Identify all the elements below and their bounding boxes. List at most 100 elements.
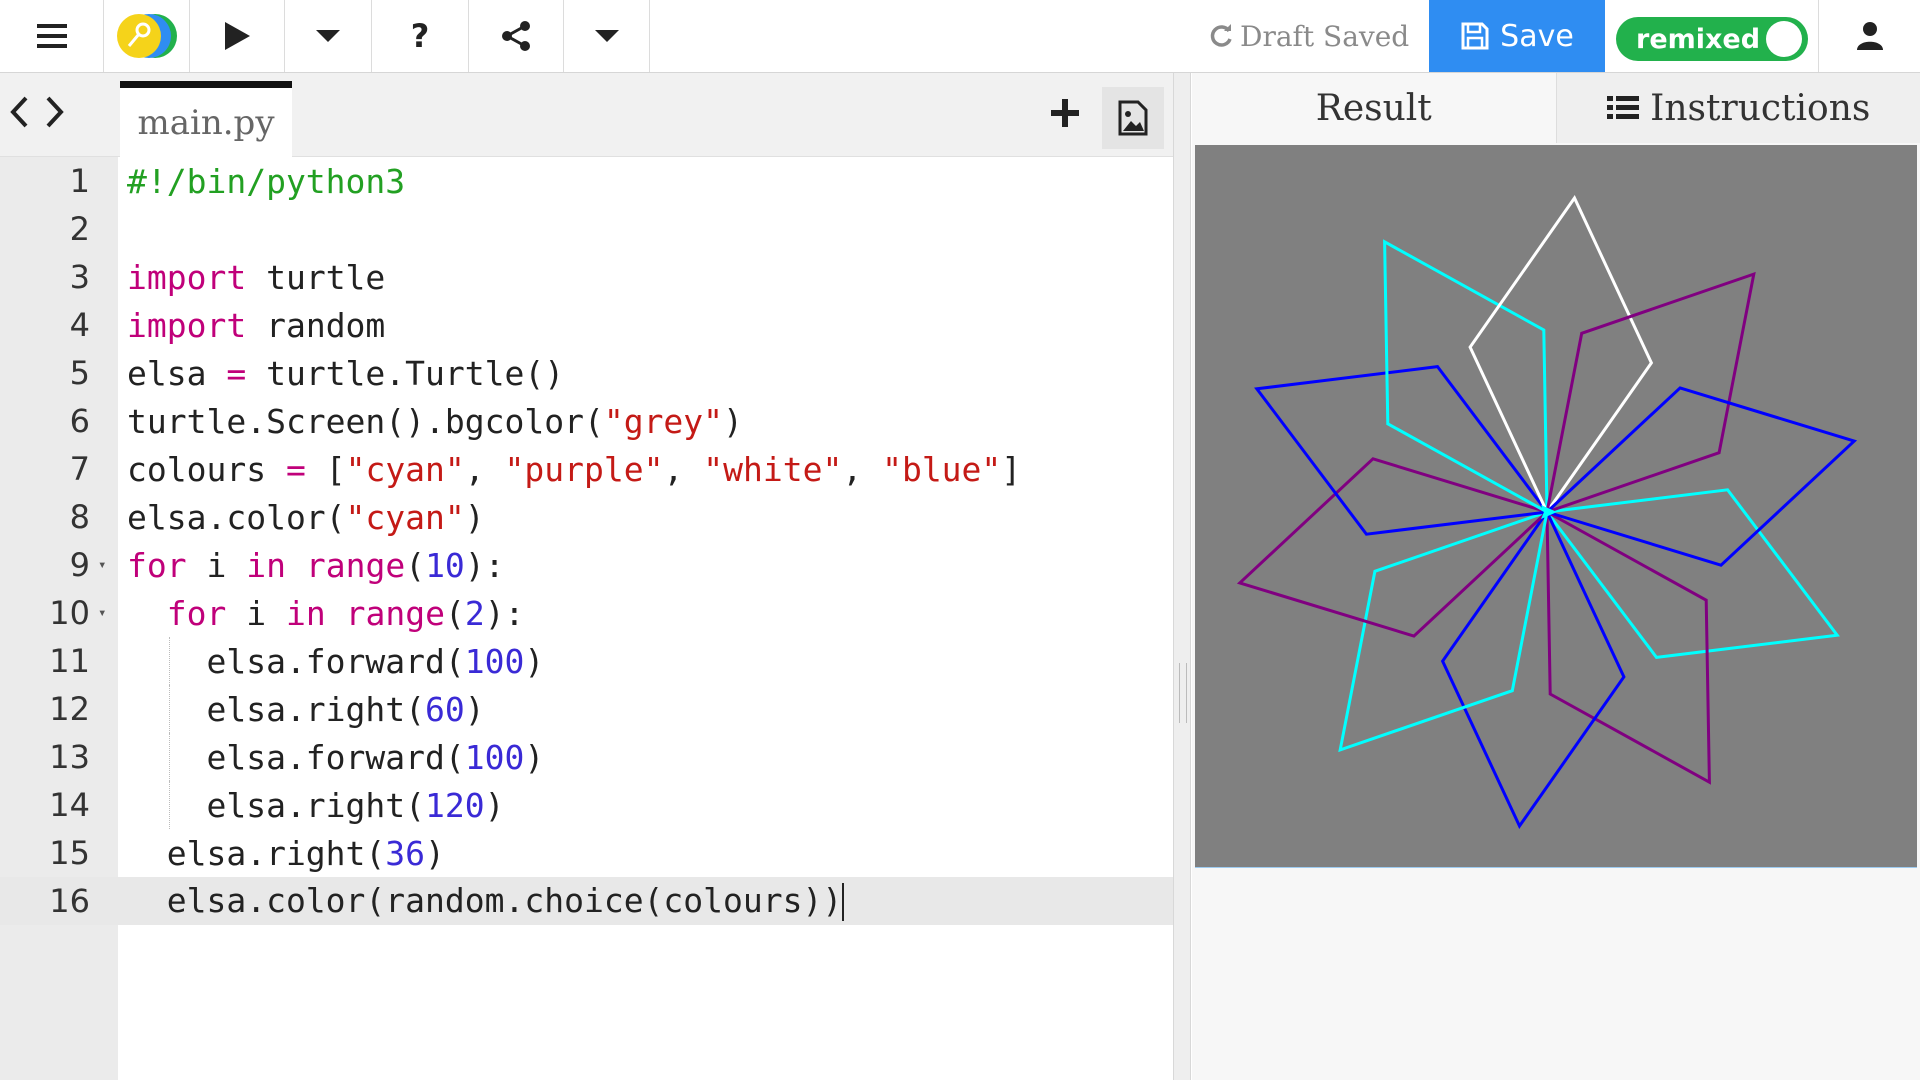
upload-image-button[interactable] bbox=[1102, 87, 1164, 149]
line-number: 11 bbox=[49, 642, 90, 680]
tab-result-label: Result bbox=[1315, 87, 1432, 129]
result-pane: Result Instructions bbox=[1192, 73, 1920, 1080]
code-line[interactable]: 1 #!/bin/python3 bbox=[0, 157, 1173, 205]
line-number: 7 bbox=[69, 450, 90, 488]
code-text: elsa.right(60) bbox=[127, 689, 485, 729]
remix-label: remixed bbox=[1636, 23, 1761, 55]
save-label: Save bbox=[1500, 18, 1574, 54]
turtle-petal bbox=[1254, 365, 1549, 536]
turtle-canvas bbox=[1195, 145, 1917, 868]
splitter-grip[interactable] bbox=[1179, 663, 1187, 723]
code-line[interactable]: 9 ▾ for i in range(10): bbox=[0, 541, 1173, 589]
code-text: import random bbox=[127, 305, 386, 345]
line-number: 15 bbox=[49, 834, 90, 872]
tab-instructions-label: Instructions bbox=[1650, 87, 1871, 129]
menu-button[interactable] bbox=[0, 0, 104, 72]
line-number: 12 bbox=[49, 690, 90, 728]
run-button[interactable] bbox=[190, 0, 285, 72]
line-number: 9 bbox=[69, 546, 90, 584]
code-line[interactable]: 12 elsa.right(60) bbox=[0, 685, 1173, 733]
hamburger-menu-icon bbox=[36, 24, 67, 48]
toggle-knob bbox=[1766, 21, 1802, 57]
share-icon bbox=[502, 21, 530, 51]
play-icon bbox=[225, 22, 250, 50]
fold-arrow-icon[interactable]: ▾ bbox=[98, 557, 106, 573]
line-number: 5 bbox=[69, 354, 90, 392]
trinket-logo-icon bbox=[116, 14, 177, 58]
code-line[interactable]: 6 turtle.Screen().bgcolor("grey") bbox=[0, 397, 1173, 445]
code-text: elsa.forward(100) bbox=[127, 641, 545, 681]
line-number: 13 bbox=[49, 738, 90, 776]
code-line[interactable]: 8 elsa.color("cyan") bbox=[0, 493, 1173, 541]
draft-status-label: Draft Saved bbox=[1240, 19, 1410, 53]
file-nav-arrows[interactable] bbox=[8, 95, 66, 129]
code-text: elsa.color(random.choice(colours)) bbox=[127, 880, 845, 922]
file-tab-bar: main.py bbox=[0, 73, 1173, 157]
line-number: 8 bbox=[69, 498, 90, 536]
code-text: elsa = turtle.Turtle() bbox=[127, 353, 565, 393]
code-text: elsa.right(36) bbox=[127, 833, 445, 873]
code-line[interactable]: 15 elsa.right(36) bbox=[0, 829, 1173, 877]
code-line[interactable]: 16 elsa.color(random.choice(colours)) bbox=[0, 877, 1173, 925]
file-tab-main-py[interactable]: main.py bbox=[120, 81, 292, 157]
code-text: #!/bin/python3 bbox=[127, 161, 406, 201]
logo-button[interactable] bbox=[104, 0, 190, 72]
line-number: 4 bbox=[69, 306, 90, 344]
user-menu-button[interactable] bbox=[1820, 0, 1920, 72]
user-icon bbox=[1857, 22, 1883, 50]
line-number: 6 bbox=[69, 402, 90, 440]
code-line[interactable]: 14 elsa.right(120) bbox=[0, 781, 1173, 829]
code-text: for i in range(2): bbox=[166, 593, 525, 633]
code-text: turtle.Screen().bgcolor("grey") bbox=[127, 401, 743, 441]
top-toolbar: ? Draft Saved Save remixed bbox=[0, 0, 1920, 73]
save-button[interactable]: Save bbox=[1429, 0, 1605, 72]
line-number: 10 bbox=[49, 594, 90, 632]
tab-instructions[interactable]: Instructions bbox=[1555, 73, 1920, 143]
code-text: elsa.right(120) bbox=[127, 785, 505, 825]
line-number: 2 bbox=[69, 210, 90, 248]
turtle-drawing bbox=[1236, 195, 1858, 829]
code-line[interactable]: 11 elsa.forward(100) bbox=[0, 637, 1173, 685]
tab-result[interactable]: Result bbox=[1192, 73, 1556, 143]
line-number: 3 bbox=[69, 258, 90, 296]
run-options-dropdown[interactable] bbox=[285, 0, 372, 72]
list-icon bbox=[1607, 96, 1640, 119]
turtle-petal bbox=[1545, 271, 1756, 514]
turtle-petal bbox=[1545, 510, 1711, 785]
chevron-down-icon bbox=[594, 30, 619, 42]
line-number: 14 bbox=[49, 786, 90, 824]
code-line[interactable]: 5 elsa = turtle.Turtle() bbox=[0, 349, 1173, 397]
fold-arrow-icon[interactable]: ▾ bbox=[98, 605, 106, 621]
chevron-left-icon[interactable] bbox=[8, 95, 30, 129]
help-button[interactable]: ? bbox=[372, 0, 469, 72]
add-file-button[interactable] bbox=[1050, 95, 1080, 135]
draft-status: Draft Saved bbox=[1208, 0, 1409, 72]
toolbar-divider bbox=[1818, 0, 1819, 72]
plus-icon bbox=[1051, 99, 1079, 127]
code-text: elsa.color("cyan") bbox=[127, 497, 485, 537]
code-text: import turtle bbox=[127, 257, 386, 297]
code-text: colours = ["cyan", "purple", "white", "b… bbox=[127, 449, 1022, 489]
code-line[interactable]: 10 ▾ for i in range(2): bbox=[0, 589, 1173, 637]
turtle-petal bbox=[1338, 510, 1549, 753]
share-button[interactable] bbox=[469, 0, 564, 72]
code-text: for i in range(10): bbox=[127, 545, 505, 585]
code-area[interactable]: 1 #!/bin/python3 2 3 import turtle 4 import ra… bbox=[0, 157, 1173, 925]
chevron-right-icon[interactable] bbox=[44, 95, 66, 129]
code-line[interactable]: 2 bbox=[0, 205, 1173, 253]
remix-toggle[interactable]: remixed bbox=[1616, 17, 1808, 61]
code-line[interactable]: 3 import turtle bbox=[0, 253, 1173, 301]
code-line[interactable]: 4 import random bbox=[0, 301, 1173, 349]
turtle-petal bbox=[1468, 195, 1654, 513]
turtle-petal bbox=[1440, 511, 1626, 829]
code-line[interactable]: 13 elsa.forward(100) bbox=[0, 733, 1173, 781]
line-number: 1 bbox=[69, 162, 90, 200]
turtle-petal bbox=[1383, 239, 1549, 514]
turtle-petal bbox=[1545, 488, 1840, 659]
code-text: elsa.forward(100) bbox=[127, 737, 545, 777]
share-options-dropdown[interactable] bbox=[564, 0, 650, 72]
code-line[interactable]: 7 colours = ["cyan", "purple", "white", "… bbox=[0, 445, 1173, 493]
pane-splitter[interactable] bbox=[1173, 73, 1191, 1080]
floppy-disk-icon bbox=[1461, 22, 1489, 50]
line-number: 16 bbox=[49, 882, 90, 920]
